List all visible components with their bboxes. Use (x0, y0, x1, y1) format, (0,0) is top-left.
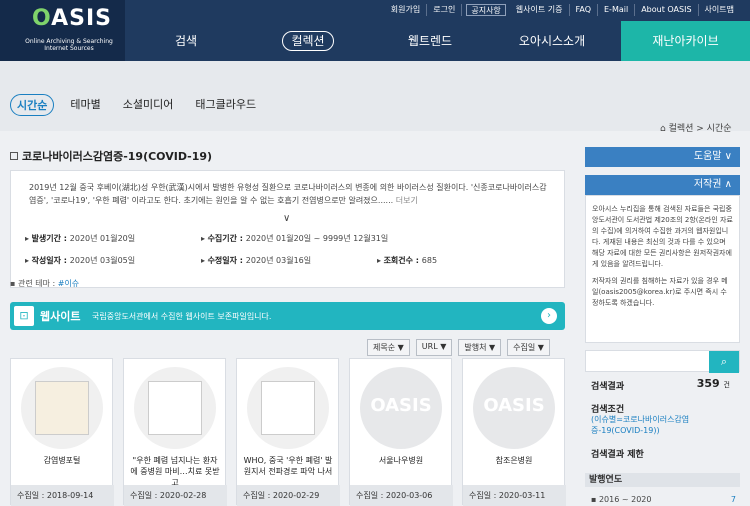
collection-description: 2019년 12월 중국 후베이(湖北)성 우한(武漢)시에서 발병한 유형성 … (10, 170, 565, 288)
sort-date[interactable]: 수집일 ▼ (507, 339, 550, 356)
nav-collection[interactable]: 컬렉션 (247, 21, 369, 61)
utility-menu: 회원가입 로그인 공지사항 웹사이트 기증 FAQ E-Mail About O… (385, 4, 740, 16)
result-card[interactable]: OASIS 서울나우병원 수집일 : 2020-03-06 (349, 358, 453, 506)
nav-search[interactable]: 검색 (125, 21, 247, 61)
card-caption: "우한 폐렴 넘지나는 환자에 중병원 마비…치료 못받고 (130, 456, 220, 487)
util-sitemap[interactable]: 사이트맵 (699, 4, 740, 16)
card-caption: 감염병포털 (43, 456, 81, 465)
sort-title[interactable]: 제목순 ▼ (367, 339, 410, 356)
right-sidebar: 도움말 ∨ 저작권 ∧ 오아시스 누리집을 통해 검색된 자료들은 국립중앙도서… (585, 147, 740, 505)
occurrence-period: ▸ 발생기간 : 2020년 01월20일 (25, 234, 136, 243)
util-donate[interactable]: 웹사이트 기증 (510, 4, 570, 16)
card-date: 수집일 : 2020-03-11 (463, 485, 566, 506)
website-label: 웹사이트 (40, 310, 81, 323)
sort-publisher[interactable]: 발행처 ▼ (458, 339, 502, 356)
util-email[interactable]: E-Mail (598, 4, 636, 16)
top-bar: OASIS Online Archiving & Searching Inter… (0, 0, 750, 61)
result-card[interactable]: "우한 폐렴 넘지나는 환자에 중병원 마비…치료 못받고 수집일 : 2020… (123, 358, 227, 506)
util-join[interactable]: 회원가입 (385, 4, 428, 16)
card-thumbnail: OASIS (360, 367, 442, 449)
tab-theme[interactable]: 테마별 (64, 94, 106, 116)
card-date: 수집일 : 2018-09-14 (11, 485, 114, 506)
condition-value[interactable]: (이슈별=코로나바이러스감염증-19(COVID-19)) (591, 414, 731, 436)
collection-period: ▸ 수집기간 : 2020년 01월20일 ~ 9999년 12월31일 (201, 234, 389, 243)
search-icon[interactable]: ⌕ (709, 351, 739, 373)
card-thumbnail (21, 367, 103, 449)
util-faq[interactable]: FAQ (570, 4, 598, 16)
oasis-logo[interactable]: OASIS Online Archiving & Searching Inter… (0, 0, 125, 61)
card-caption: 참조은병원 (495, 456, 533, 465)
collection-tabs: 시간순 테마별 소셜미디어 태그클라우드 (10, 94, 262, 116)
result-card[interactable]: WHO, 중국 '우한 폐렴' 발원지서 전파경로 파악 나서 수집일 : 20… (236, 358, 340, 506)
modified-date: ▸ 수정일자 : 2020년 03월16일 (201, 256, 312, 265)
website-banner[interactable]: ⊡ 웹사이트 국립중앙도서관에서 수집한 웹사이트 보존파일입니다. › (10, 302, 565, 330)
sort-url[interactable]: URL ▼ (415, 339, 453, 356)
nav-about[interactable]: 오아시스소개 (491, 21, 613, 61)
tab-social[interactable]: 소셜미디어 (117, 94, 180, 116)
nav-webtrend[interactable]: 웹트렌드 (369, 21, 491, 61)
main-content: 코로나바이러스감염증-19(COVID-19) 2019년 12월 중국 후베이… (0, 138, 575, 506)
card-date: 수집일 : 2020-03-06 (350, 485, 453, 506)
sort-options: 제목순 ▼ URL ▼ 발행처 ▼ 수집일 ▼ (367, 339, 550, 356)
result-cards: 감염병포털 수집일 : 2018-09-14 "우한 폐렴 넘지나는 환자에 중… (10, 358, 566, 506)
util-notice[interactable]: 공지사항 (466, 4, 506, 16)
util-about[interactable]: About OASIS (635, 4, 699, 16)
logo-subtitle: Online Archiving & Searching Internet So… (25, 38, 113, 52)
created-date: ▸ 작성일자 : 2020년 03월05일 (25, 256, 136, 265)
card-date: 수집일 : 2020-02-28 (124, 485, 227, 506)
card-thumbnail (247, 367, 329, 449)
tab-chronological[interactable]: 시간순 (10, 94, 55, 116)
card-thumbnail (134, 367, 216, 449)
result-card[interactable]: OASIS 참조은병원 수집일 : 2020-03-11 (462, 358, 566, 506)
more-link[interactable]: 더보기 (396, 196, 418, 205)
chevron-down-icon[interactable]: ∨ (283, 213, 290, 224)
arrow-right-icon[interactable]: › (541, 308, 557, 324)
card-date: 수집일 : 2020-02-29 (237, 485, 340, 506)
theme-link[interactable]: #이슈 (58, 279, 79, 288)
help-toggle[interactable]: 도움말 ∨ (585, 147, 740, 167)
search-box[interactable]: ⌕ (585, 350, 740, 373)
result-count: 359 건 (696, 377, 730, 390)
main-nav: 검색 컬렉션 웹트렌드 오아시스소개 재난아카이브 (125, 21, 750, 61)
copyright-text: 오아시스 누리집을 통해 검색된 자료들은 국립중앙도서관이 도서관법 제20조… (592, 205, 733, 268)
collection-title: 코로나바이러스감염증-19(COVID-19) (10, 148, 212, 164)
nav-disaster-archive[interactable]: 재난아카이브 (621, 21, 750, 61)
related-theme: ▪ 관련 테마 : #이슈 (10, 279, 80, 288)
util-login[interactable]: 로그인 (427, 4, 463, 16)
copyright-body: 오아시스 누리집을 통해 검색된 자료들은 국립중앙도서관이 도서관법 제20조… (585, 195, 740, 343)
logo-mark: O (32, 6, 52, 31)
result-card[interactable]: 감염병포털 수집일 : 2018-09-14 (10, 358, 114, 506)
year-header[interactable]: 발행연도 (585, 473, 740, 487)
copyright-toggle[interactable]: 저작권 ∧ (585, 175, 740, 195)
card-caption: WHO, 중국 '우한 폐렴' 발원지서 전파경로 파악 나서 (243, 456, 333, 476)
website-icon: ⊡ (14, 306, 34, 326)
view-count: ▸ 조회건수 : 685 (377, 256, 438, 265)
restrict-label: 검색결과 제한 (591, 450, 644, 460)
description-text: 2019년 12월 중국 후베이(湖北)성 우한(武漢)시에서 발병한 유형성 … (29, 183, 547, 205)
year-range[interactable]: ▪ 2016 ~ 2020 7 (591, 495, 736, 504)
tab-tagcloud[interactable]: 태그클라우드 (189, 94, 262, 116)
website-desc: 국립중앙도서관에서 수집한 웹사이트 보존파일입니다. (92, 312, 272, 321)
card-caption: 서울나우병원 (378, 456, 424, 465)
copyright-text-2: 저작자의 권리를 침해하는 자료가 있을 경우 메일(oasis2005@kor… (592, 277, 728, 307)
card-thumbnail: OASIS (473, 367, 555, 449)
breadcrumb: ⌂ 컬렉션 > 시간순 (660, 124, 732, 134)
checkbox-icon (10, 152, 18, 160)
